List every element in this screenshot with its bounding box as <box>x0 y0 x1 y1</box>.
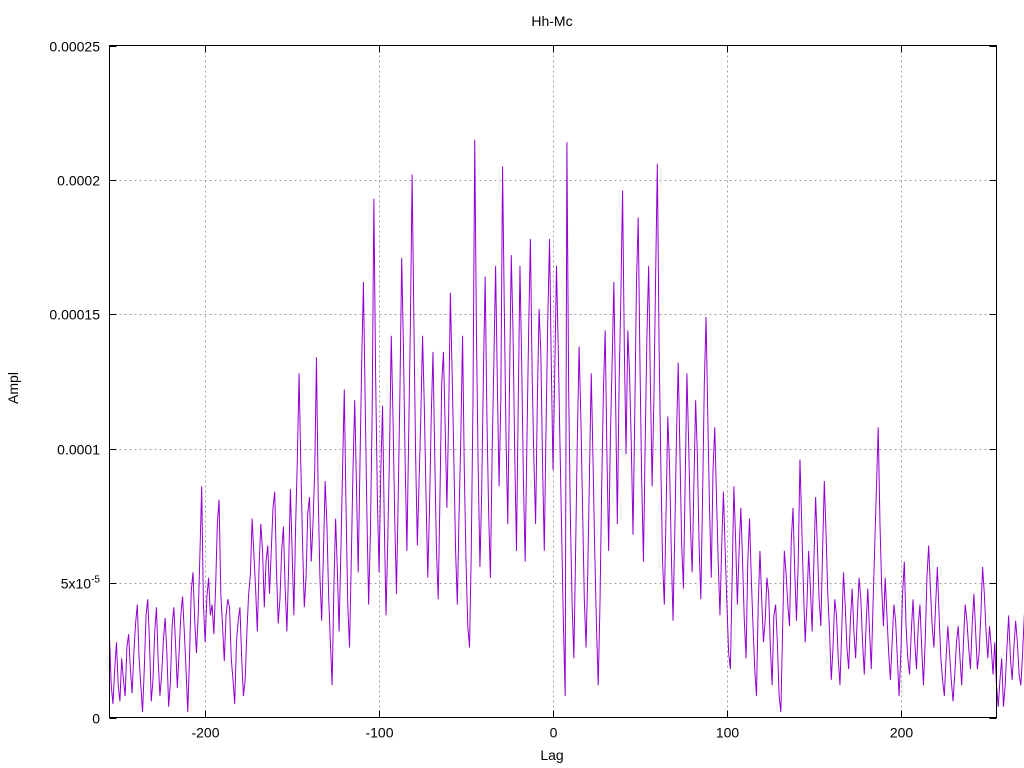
x-tick-label: 200 <box>890 725 914 741</box>
x-tick-label: 0 <box>550 725 558 741</box>
y-tick-label-base: 0.0001 <box>57 442 100 458</box>
y-tick-label: 5x10-5 <box>61 575 101 592</box>
y-tick-label: 0.0001 <box>57 442 100 458</box>
y-tick-label: 0.00025 <box>49 39 100 55</box>
chart: -200 -100 0 100 200 0 5x10-5 0.0001 0.00015 0.00… <box>5 13 1024 763</box>
y-tick-label-base: 0.00025 <box>49 39 100 55</box>
x-axis-label: Lag <box>540 747 563 763</box>
series-group <box>109 139 1024 713</box>
grid-lines <box>109 45 997 718</box>
x-tick-labels: -200 -100 0 100 200 <box>191 725 913 741</box>
x-tick-label: -200 <box>191 725 219 741</box>
y-axis-label: Ampl <box>5 372 21 404</box>
y-tick-labels: 0 5x10-5 0.0001 0.00015 0.0002 0.00025 <box>49 39 100 727</box>
y-tick-label-base: 5x10 <box>61 576 92 592</box>
y-tick-label: 0.0002 <box>57 173 100 189</box>
y-tick-label: 0.00015 <box>49 307 100 323</box>
series-line-0 <box>109 139 1024 713</box>
x-tick-label: -100 <box>365 725 393 741</box>
y-tick-label-base: 0 <box>92 711 100 727</box>
y-tick-label-base: 0.00015 <box>49 307 100 323</box>
y-tick-label: 0 <box>92 711 100 727</box>
chart-title: Hh-Mc <box>531 13 572 29</box>
y-tick-label-exponent: -5 <box>91 575 100 586</box>
x-tick-label: 100 <box>716 725 740 741</box>
y-tick-label-base: 0.0002 <box>57 173 100 189</box>
